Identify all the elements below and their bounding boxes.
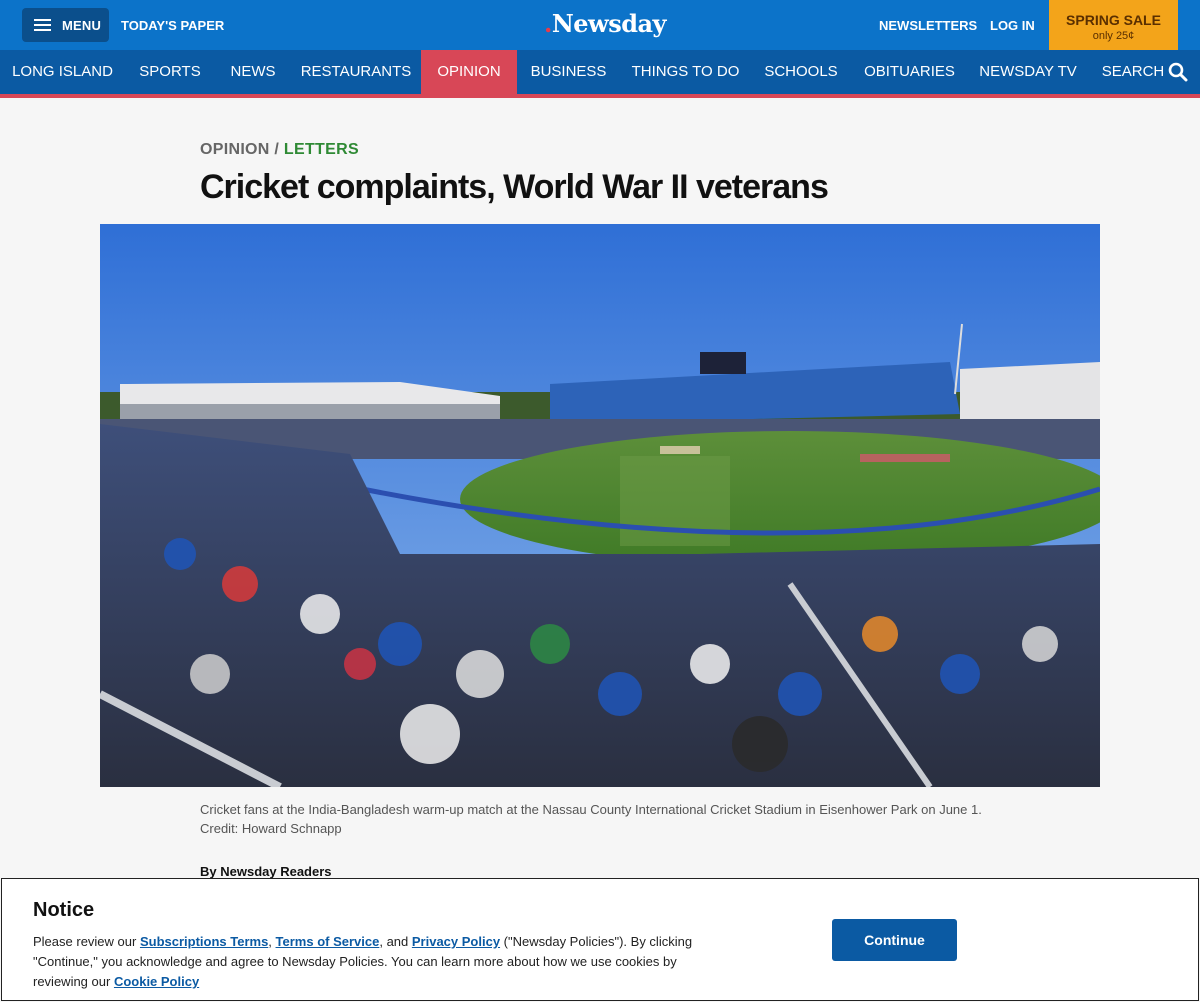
article-headline: Cricket complaints, World War II veteran… [200, 168, 829, 206]
continue-button[interactable]: Continue [832, 919, 957, 961]
nav-obituaries[interactable]: OBITUARIES [851, 50, 968, 94]
terms-of-service-link[interactable]: Terms of Service [276, 934, 380, 949]
byline: By Newsday Readers [200, 864, 332, 879]
nav-sports[interactable]: SPORTS [125, 50, 215, 94]
spring-sale-button[interactable]: SPRING SALE only 25¢ [1049, 0, 1178, 50]
nav-schools[interactable]: SCHOOLS [751, 50, 851, 94]
nav-search[interactable]: SEARCH [1097, 50, 1169, 94]
photo-caption: Cricket fans at the India-Bangladesh war… [200, 802, 982, 836]
privacy-policy-link[interactable]: Privacy Policy [412, 934, 500, 949]
breadcrumb-opinion[interactable]: OPINION [200, 141, 270, 158]
search-icon[interactable] [1168, 62, 1188, 82]
section-nav: LONG ISLAND SPORTS NEWS RESTAURANTS OPIN… [0, 50, 1200, 98]
sale-title: SPRING SALE [1066, 12, 1161, 28]
breadcrumb-separator: / [274, 141, 280, 158]
nav-restaurants[interactable]: RESTAURANTS [291, 50, 421, 94]
nav-things-to-do[interactable]: THINGS TO DO [620, 50, 751, 94]
newsday-logo[interactable]: .Newsday [530, 9, 680, 38]
nav-opinion[interactable]: OPINION [421, 50, 517, 94]
nav-news[interactable]: NEWS [215, 50, 291, 94]
site-header: MENU TODAY'S PAPER .Newsday NEWSLETTERS … [0, 0, 1200, 50]
breadcrumb-letters[interactable]: LETTERS [284, 141, 359, 158]
sale-subtitle: only 25¢ [1092, 30, 1135, 42]
menu-label: MENU [62, 18, 102, 33]
cookie-notice: Notice Please review our Subscriptions T… [1, 878, 1199, 1001]
notice-title: Notice [33, 899, 95, 921]
nav-newsday-tv[interactable]: NEWSDAY TV [968, 50, 1088, 94]
newsletters-link[interactable]: NEWSLETTERS [879, 18, 977, 33]
todays-paper-link[interactable]: TODAY'S PAPER [121, 18, 224, 33]
menu-button[interactable]: MENU [22, 8, 109, 42]
notice-text: Please review our Subscriptions Terms, T… [33, 934, 693, 989]
nav-business[interactable]: BUSINESS [517, 50, 620, 94]
cookie-policy-link[interactable]: Cookie Policy [114, 974, 199, 989]
stadium-photo [100, 224, 1100, 787]
breadcrumb: OPINION / LETTERS [200, 141, 359, 159]
login-link[interactable]: LOG IN [990, 18, 1035, 33]
stadium-image [100, 224, 1100, 787]
nav-long-island[interactable]: LONG ISLAND [0, 50, 125, 94]
subscriptions-terms-link[interactable]: Subscriptions Terms [140, 934, 268, 949]
hamburger-icon [34, 19, 51, 31]
